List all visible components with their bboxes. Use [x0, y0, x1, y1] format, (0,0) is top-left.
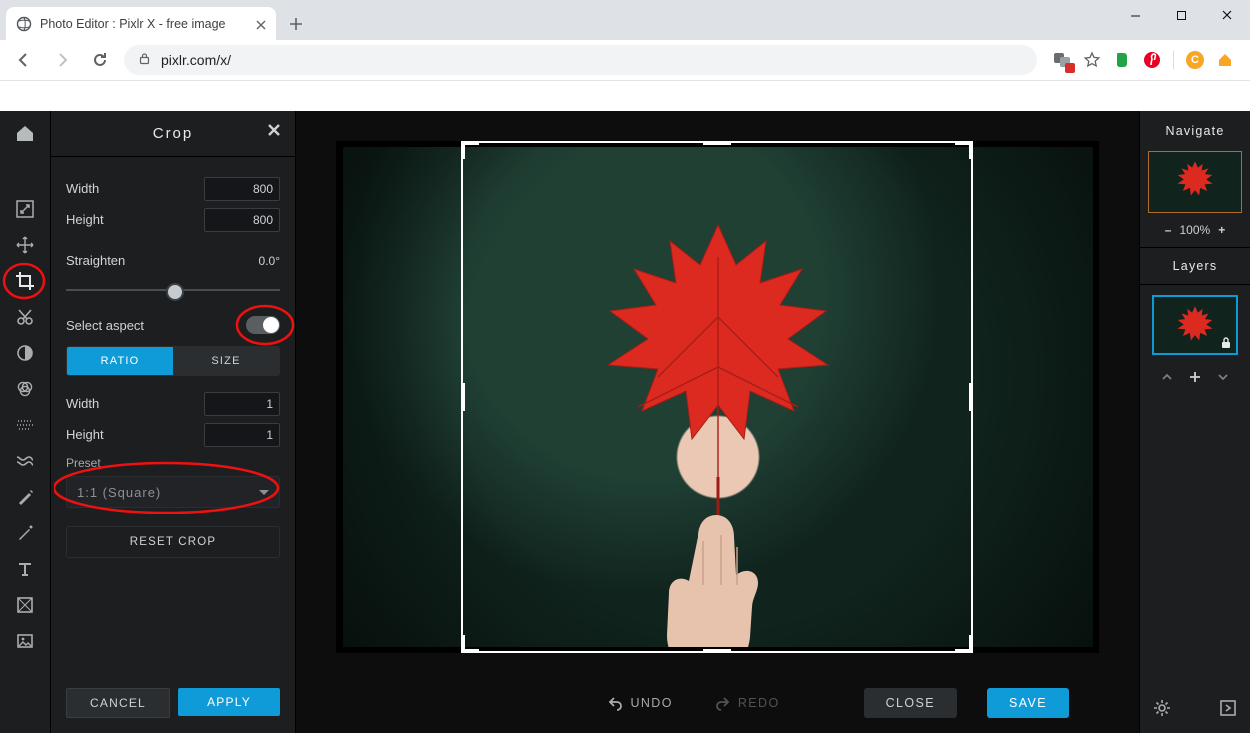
layer-lock-icon [1219, 336, 1233, 350]
apply-button[interactable]: APPLY [178, 688, 280, 716]
undo-button[interactable]: UNDO [601, 688, 678, 718]
ratio-height-input[interactable]: 1 [204, 423, 280, 447]
panel-header: Crop [51, 111, 295, 157]
reset-crop-button[interactable]: RESET CROP [66, 526, 280, 558]
right-footer [1140, 687, 1250, 733]
preset-select[interactable]: 1:1 (Square) [66, 476, 280, 508]
collapse-panel-icon[interactable] [1218, 698, 1238, 723]
layers-header: Layers [1140, 248, 1250, 285]
address-bar[interactable]: pixlr.com/x/ [124, 45, 1037, 75]
navigate-header: Navigate [1140, 111, 1250, 151]
settings-icon[interactable] [1152, 698, 1172, 723]
layer-add-icon[interactable] [1188, 370, 1202, 389]
tool-retouch-icon[interactable] [1, 479, 49, 515]
straighten-slider[interactable] [66, 278, 280, 302]
aspect-mode-segment[interactable]: RATIO SIZE [66, 346, 280, 376]
crop-width-input[interactable]: 800 [204, 177, 280, 201]
ratio-width-label: Width [66, 396, 204, 411]
zoom-out-button[interactable]: – [1165, 223, 1172, 237]
panel-close-icon[interactable] [267, 123, 281, 141]
crop-width-label: Width [66, 181, 204, 196]
ratio-tab[interactable]: RATIO [67, 347, 173, 375]
tool-adjust-icon[interactable] [1, 335, 49, 371]
redo-button[interactable]: REDO [709, 688, 786, 718]
tab-strip: Photo Editor : Pixlr X - free image [0, 0, 1250, 40]
panel-footer: CANCEL APPLY [66, 688, 280, 718]
tool-effect-icon[interactable] [1, 407, 49, 443]
ext-home-icon[interactable] [1216, 51, 1234, 69]
address-bar-row: pixlr.com/x/ C [0, 40, 1250, 80]
crop-height-input[interactable]: 800 [204, 208, 280, 232]
nav-back-button[interactable] [10, 46, 38, 74]
tool-crop-icon[interactable] [1, 263, 49, 299]
panel-title: Crop [153, 125, 194, 142]
tool-text-icon[interactable] [1, 551, 49, 587]
home-button[interactable] [1, 111, 49, 155]
tool-resize-icon[interactable] [1, 191, 49, 227]
navigate-thumbnail[interactable] [1148, 151, 1242, 213]
preset-value: 1:1 (Square) [77, 485, 161, 500]
tool-draw-icon[interactable] [1, 515, 49, 551]
canvas-area: UNDO REDO CLOSE SAVE [296, 111, 1139, 733]
crop-panel: Crop Width 800 Height 800 Straighten 0.0… [51, 111, 296, 733]
separator [1173, 51, 1174, 69]
crop-box[interactable] [461, 141, 973, 653]
stage [336, 141, 1099, 653]
close-button[interactable]: CLOSE [864, 688, 957, 718]
select-aspect-label: Select aspect [66, 318, 246, 333]
browser-chrome: Photo Editor : Pixlr X - free image pixl… [0, 0, 1250, 111]
browser-tab[interactable]: Photo Editor : Pixlr X - free image [6, 7, 276, 40]
window-minimize-button[interactable] [1112, 0, 1158, 30]
layer-thumbnail[interactable] [1152, 295, 1238, 355]
pixlr-favicon-icon [16, 16, 32, 32]
preset-label: Preset [66, 456, 280, 470]
window-maximize-button[interactable] [1158, 0, 1204, 30]
tool-column [0, 111, 51, 733]
zoom-value: 100% [1179, 223, 1210, 237]
zoom-controls: – 100% + [1140, 213, 1250, 248]
size-tab[interactable]: SIZE [173, 347, 279, 375]
select-aspect-toggle[interactable] [246, 316, 280, 334]
ratio-height-label: Height [66, 427, 204, 442]
caret-down-icon [259, 490, 269, 495]
new-tab-button[interactable] [282, 10, 310, 38]
tool-filter-icon[interactable] [1, 371, 49, 407]
ext-translate-icon[interactable] [1053, 51, 1071, 69]
tool-element-icon[interactable] [1, 587, 49, 623]
save-button[interactable]: SAVE [987, 688, 1069, 718]
tool-add-image-icon[interactable] [1, 623, 49, 659]
crop-height-label: Height [66, 212, 204, 227]
ext-pinterest-icon[interactable] [1143, 51, 1161, 69]
tool-liquify-icon[interactable] [1, 443, 49, 479]
straighten-label: Straighten [66, 253, 218, 268]
nav-reload-button[interactable] [86, 46, 114, 74]
straighten-value: 0.0° [218, 254, 280, 268]
right-panel: Navigate – 100% + Layers [1139, 111, 1250, 733]
tool-cutout-icon[interactable] [1, 299, 49, 335]
lock-icon [138, 52, 151, 68]
window-controls [1112, 0, 1250, 30]
ratio-width-input[interactable]: 1 [204, 392, 280, 416]
extension-icons: C [1047, 51, 1240, 69]
zoom-in-button[interactable]: + [1218, 223, 1225, 237]
tool-move-icon[interactable] [1, 227, 49, 263]
layer-controls [1140, 365, 1250, 393]
tab-close-icon[interactable] [256, 19, 266, 29]
window-close-button[interactable] [1204, 0, 1250, 30]
canvas-bottom-bar: UNDO REDO CLOSE SAVE [296, 673, 1139, 733]
layer-down-icon[interactable] [1216, 370, 1230, 389]
profile-avatar-icon[interactable]: C [1186, 51, 1204, 69]
tab-title: Photo Editor : Pixlr X - free image [40, 17, 248, 31]
nav-forward-button[interactable] [48, 46, 76, 74]
star-bookmark-icon[interactable] [1083, 51, 1101, 69]
cancel-button[interactable]: CANCEL [66, 688, 170, 718]
url-text: pixlr.com/x/ [161, 52, 231, 68]
pixlr-app: Crop Width 800 Height 800 Straighten 0.0… [0, 111, 1250, 733]
ext-evernote-icon[interactable] [1113, 51, 1131, 69]
layer-up-icon[interactable] [1160, 370, 1174, 389]
